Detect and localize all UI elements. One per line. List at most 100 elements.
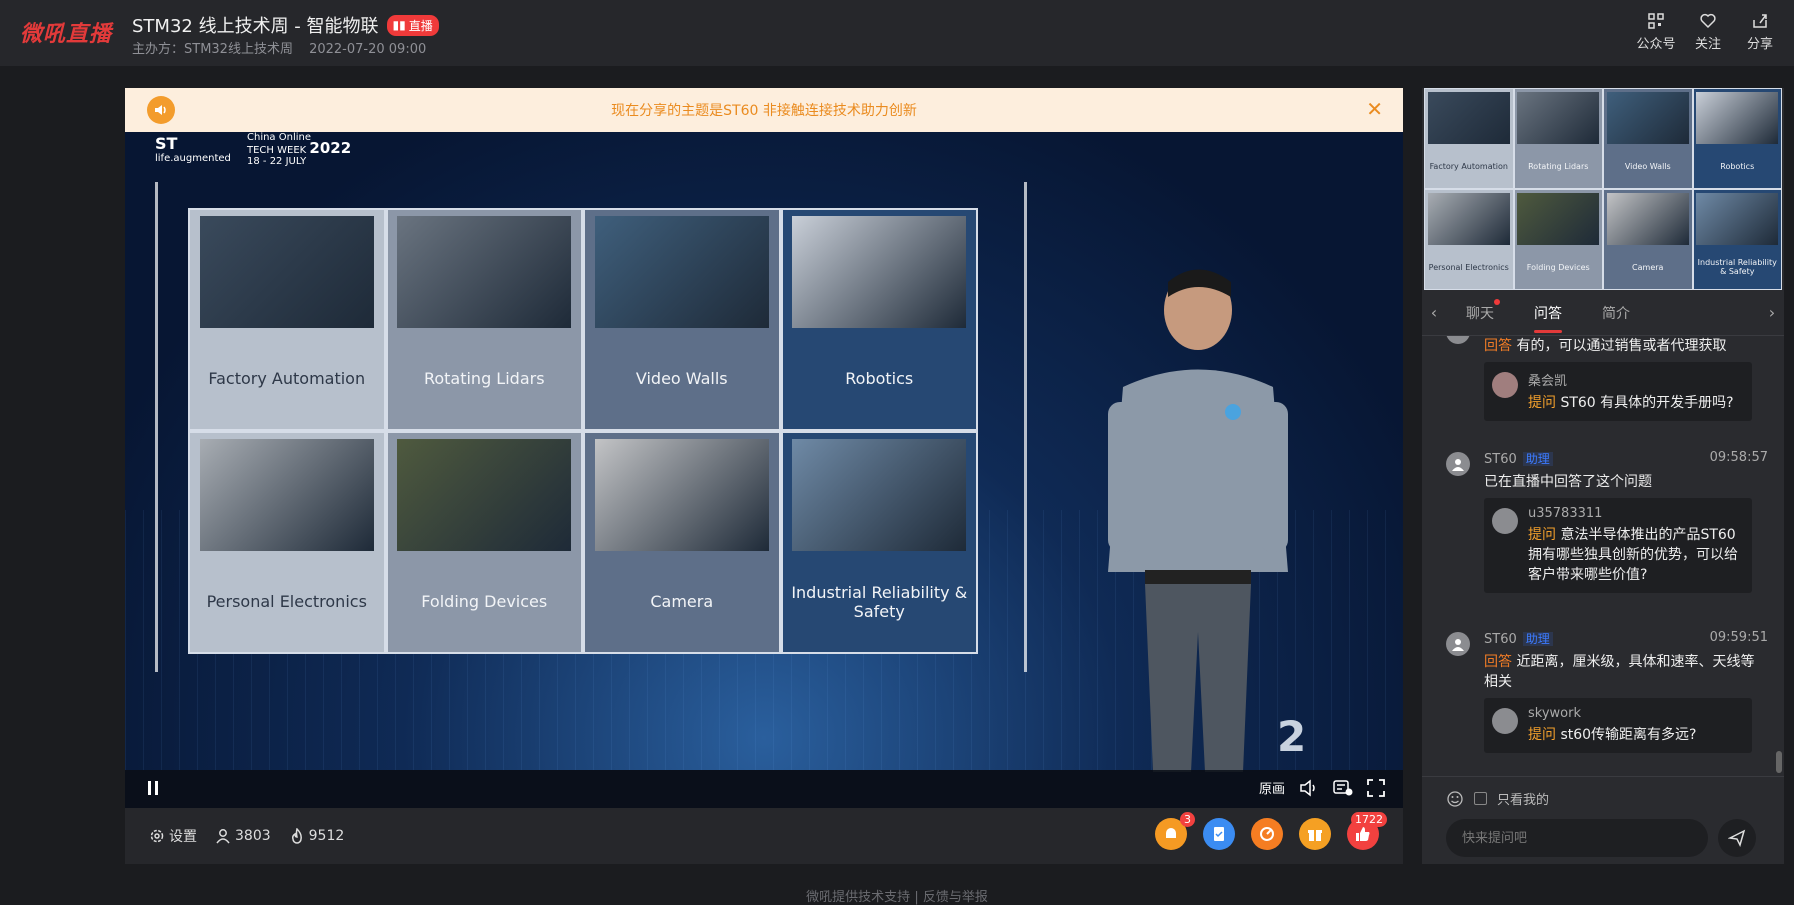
only-mine-label[interactable]: 只看我的 [1497, 789, 1549, 808]
survey-button[interactable] [1203, 818, 1235, 850]
topic-notice: 现在分享的主题是ST60 非接触连接技术助力创新 ✕ [125, 88, 1403, 132]
answer-tag: 回答 [1484, 338, 1512, 354]
danmaku-icon[interactable] [1333, 779, 1353, 797]
question-content: 意法半导体推出的产品ST60拥有哪些独具创新的优势，可以给客户带来哪些价值? [1528, 527, 1738, 583]
tile-image [199, 216, 374, 328]
tile-image [792, 216, 967, 328]
sender-name: ST60 [1484, 452, 1517, 467]
slide-thumbnail[interactable]: Rotating Lidars [1514, 89, 1602, 188]
tile-label: Camera [650, 592, 714, 611]
slide-thumbnail[interactable]: Factory Automation [1425, 89, 1513, 188]
tile-label: Industrial Reliability & Safety [791, 582, 968, 621]
follow-button[interactable]: 关注 [1682, 12, 1734, 52]
question-content: st60传输距离有多远? [1556, 727, 1697, 743]
tab-chat[interactable]: 聊天 [1446, 298, 1514, 323]
slide-tile: Video Walls [585, 210, 779, 429]
chevron-left-icon[interactable]: ‹ [1422, 303, 1446, 322]
tile-image [594, 439, 769, 551]
message-header: ST60 助理 [1484, 630, 1553, 647]
event-line-2: TECH WEEK [247, 145, 307, 156]
flame-icon [291, 828, 302, 844]
heat-count-value: 9512 [308, 828, 345, 844]
lottery-button[interactable] [1251, 818, 1283, 850]
avatar [1446, 452, 1470, 476]
fullscreen-icon[interactable] [1367, 778, 1385, 797]
event-title: STM32 线上技术周 - 智能物联 [132, 16, 379, 37]
emoji-icon[interactable] [1446, 790, 1464, 808]
speaker-icon [147, 96, 175, 124]
slide-thumbnail[interactable]: Personal Electronics [1425, 190, 1513, 289]
slide-thumbnail[interactable]: Folding Devices [1514, 190, 1602, 289]
tile-label: Rotating Lidars [423, 369, 545, 388]
thumbnail-image [1606, 92, 1689, 144]
heat-count: 9512 [289, 828, 345, 844]
notice-text: 现在分享的主题是ST60 非接触连接技术助力创新 [611, 103, 917, 119]
gear-icon [150, 829, 164, 843]
thumbnail-label: Video Walls [1624, 161, 1671, 171]
question-tag: 提问 [1528, 527, 1556, 543]
question-tag: 提问 [1528, 395, 1556, 411]
slide-tile: Robotics [782, 210, 976, 429]
slide-thumbnail[interactable]: Camera [1604, 190, 1692, 289]
header-actions: 公众号 关注 分享 [1630, 12, 1786, 52]
pause-button[interactable] [145, 780, 161, 800]
volume-icon[interactable] [1299, 778, 1319, 797]
event-line-1: China Online [247, 132, 311, 143]
tile-image [594, 216, 769, 328]
avatar [1446, 632, 1470, 656]
viewer-count-value: 3803 [235, 828, 271, 844]
only-mine-checkbox[interactable] [1474, 792, 1487, 805]
slide-tile: Industrial Reliability & Safety [782, 433, 976, 652]
event-datetime: 2022-07-20 09:00 [309, 42, 427, 57]
answer-text: 已在直播中回答了这个问题 [1484, 474, 1652, 490]
event-logo: China Online TECH WEEK 2022 18 - 22 JULY [247, 132, 351, 167]
tile-image [792, 439, 967, 551]
role-badge: 助理 [1522, 452, 1553, 466]
share-label: 分享 [1746, 37, 1773, 52]
player-controls-right: 原画 [1259, 778, 1385, 797]
thumbnail-label: Camera [1632, 262, 1664, 272]
tab-intro[interactable]: 简介 [1582, 303, 1650, 323]
settings-button[interactable]: 设置 [149, 826, 197, 846]
logo[interactable]: 微吼直播 [20, 16, 112, 48]
thumbnail-label: Rotating Lidars [1528, 161, 1589, 171]
tab-intro-label: 简介 [1602, 305, 1630, 322]
thumbnail-label: Robotics [1720, 161, 1755, 171]
answer-text: 回答 有的，可以通过销售或者代理获取 [1484, 336, 1764, 356]
slide-tile: Folding Devices [387, 433, 581, 652]
message-time: 09:58:57 [1709, 450, 1768, 465]
thumbnail-image [1517, 92, 1600, 144]
thumbnail-label: Factory Automation [1429, 161, 1508, 171]
bell-icon [1166, 828, 1176, 840]
wechat-account-button[interactable]: 公众号 [1630, 12, 1682, 52]
lottery-icon [1260, 827, 1274, 841]
question-input[interactable] [1446, 819, 1708, 857]
slide-thumbnail[interactable]: Robotics [1693, 89, 1781, 188]
like-button[interactable]: 1722 [1347, 812, 1387, 850]
qrcode-icon [1648, 13, 1664, 29]
gift-button[interactable] [1299, 818, 1331, 850]
chevron-right-icon[interactable]: › [1760, 303, 1784, 322]
tile-label: Robotics [845, 369, 914, 388]
share-button[interactable]: 分享 [1734, 12, 1786, 52]
feed-scrollbar[interactable] [1776, 751, 1782, 773]
send-icon [1728, 829, 1746, 847]
qa-feed[interactable]: 回答 有的，可以通过销售或者代理获取 桑会凯 提问 ST60 有具体的开发手册吗… [1422, 336, 1784, 776]
video-player[interactable]: 现在分享的主题是ST60 非接触连接技术助力创新 ✕ ST life.augme… [125, 88, 1403, 808]
slide-thumbnail[interactable]: Industrial Reliability & Safety [1693, 190, 1781, 289]
tile-image [397, 439, 572, 551]
notification-button[interactable]: 3 [1155, 812, 1195, 850]
live-badge-label: 直播 [408, 18, 433, 33]
tab-qa[interactable]: 问答 [1514, 303, 1582, 333]
question-text: 提问 st60传输距离有多远? [1528, 725, 1744, 745]
slide-thumbnail[interactable]: Video Walls [1604, 89, 1692, 188]
send-button[interactable] [1718, 819, 1756, 857]
asker-name: skywork [1528, 706, 1581, 721]
slide-tile: Personal Electronics [190, 433, 384, 652]
quality-button[interactable]: 原画 [1259, 778, 1285, 797]
tile-image [397, 216, 572, 328]
slide-tile: Rotating Lidars [387, 210, 581, 429]
close-icon[interactable]: ✕ [1366, 99, 1383, 119]
question-text: 提问 意法半导体推出的产品ST60拥有哪些独具创新的优势，可以给客户带来哪些价值… [1528, 525, 1744, 585]
question-text: 提问 ST60 有具体的开发手册吗? [1528, 393, 1744, 413]
